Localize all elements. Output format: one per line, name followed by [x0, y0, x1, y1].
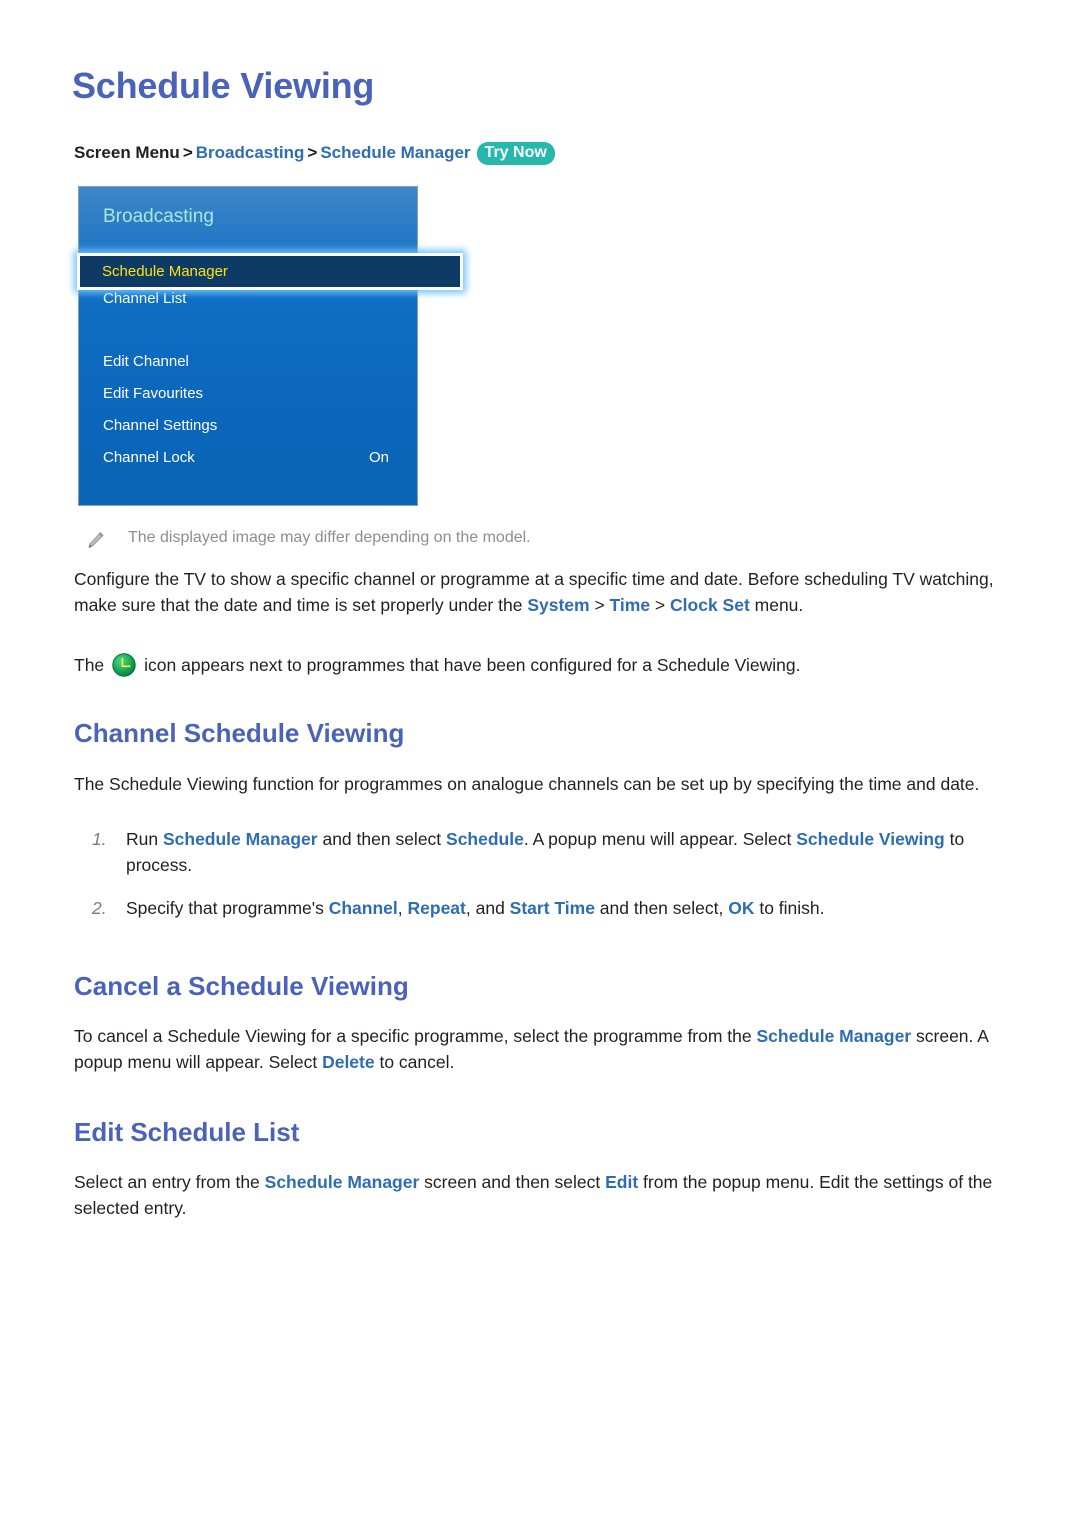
- cancel-text-a: To cancel a Schedule Viewing for a speci…: [74, 1026, 757, 1046]
- tv-menu-item-channel-lock[interactable]: Channel Lock On: [79, 442, 417, 474]
- edit-text-b: screen and then select: [419, 1172, 606, 1192]
- breadcrumb-link-broadcasting[interactable]: Broadcasting: [196, 143, 305, 162]
- link-channel[interactable]: Channel: [329, 898, 398, 918]
- breadcrumb-separator-2: >: [307, 143, 318, 162]
- link-schedule-viewing[interactable]: Schedule Viewing: [796, 829, 944, 849]
- link-system[interactable]: System: [527, 595, 589, 615]
- link-schedule[interactable]: Schedule: [446, 829, 524, 849]
- step-text-b: and then select: [317, 829, 447, 849]
- icon-line-before: The: [74, 655, 105, 675]
- intro-paragraph: Configure the TV to show a specific chan…: [74, 566, 1010, 618]
- section-body-cancel-a-schedule-viewing: To cancel a Schedule Viewing for a speci…: [74, 1023, 1010, 1075]
- breadcrumb-link-schedule-manager[interactable]: Schedule Manager: [320, 143, 470, 162]
- tv-menu-item-label: Edit Channel: [103, 353, 189, 370]
- breadcrumb-root: Screen Menu: [74, 143, 180, 162]
- link-schedule-manager[interactable]: Schedule Manager: [163, 829, 318, 849]
- step-number: 1.: [92, 829, 107, 849]
- link-delete[interactable]: Delete: [322, 1052, 375, 1072]
- intro-separator-1: >: [589, 595, 610, 615]
- link-repeat[interactable]: Repeat: [408, 898, 466, 918]
- tv-menu-item-value-channel-lock: On: [368, 449, 389, 466]
- link-schedule-manager[interactable]: Schedule Manager: [265, 1172, 420, 1192]
- section-heading-edit-schedule-list: Edit Schedule List: [74, 1117, 300, 1147]
- section-intro-channel-schedule-viewing: The Schedule Viewing function for progra…: [74, 774, 980, 794]
- page-title: Schedule Viewing: [72, 65, 375, 106]
- step-text-c: , and: [465, 898, 510, 918]
- step-text-c: . A popup menu will appear. Select: [523, 829, 797, 849]
- tv-menu-item-label: Edit Favourites: [103, 385, 204, 402]
- link-start-time[interactable]: Start Time: [510, 898, 595, 918]
- link-edit[interactable]: Edit: [605, 1172, 638, 1192]
- step-number: 2.: [92, 898, 107, 918]
- schedule-icon-paragraph: The icon appears next to programmes that …: [74, 652, 1010, 678]
- note-row: The displayed image may differ depending…: [84, 528, 531, 550]
- link-clock-set[interactable]: Clock Set: [670, 595, 750, 615]
- note-text: The displayed image may differ depending…: [128, 529, 531, 546]
- tv-menu-panel: Broadcasting Auto Tuning Channel List Ed…: [77, 186, 463, 506]
- tv-menu-item-edit-favourites[interactable]: Edit Favourites: [79, 378, 417, 410]
- pencil-icon: [84, 530, 106, 552]
- tv-menu-item-channel-settings[interactable]: Channel Settings: [79, 410, 417, 442]
- link-schedule-manager[interactable]: Schedule Manager: [757, 1026, 912, 1046]
- list-item: 2. Specify that programme's Channel, Rep…: [74, 895, 1010, 921]
- link-ok[interactable]: OK: [728, 898, 754, 918]
- breadcrumb-separator-1: >: [182, 143, 193, 162]
- tv-menu-item-schedule-manager-selected[interactable]: Schedule Manager: [77, 253, 463, 290]
- section-body-edit-schedule-list: Select an entry from the Schedule Manage…: [74, 1169, 1010, 1221]
- step-text-a: Specify that programme's: [126, 898, 329, 918]
- section-heading-channel-schedule-viewing: Channel Schedule Viewing: [74, 718, 405, 748]
- tv-menu-item-label: Schedule Manager: [102, 263, 228, 280]
- breadcrumb: Screen Menu > Broadcasting > Schedule Manage…: [74, 142, 555, 166]
- link-time[interactable]: Time: [610, 595, 651, 615]
- tv-menu-item-label: Channel List: [103, 290, 187, 307]
- tv-menu-item-label: Channel Lock: [103, 449, 195, 466]
- edit-text-a: Select an entry from the: [74, 1172, 265, 1192]
- cancel-text-c: to cancel.: [374, 1052, 455, 1072]
- step-text-d: and then select,: [594, 898, 729, 918]
- list-item: 1. Run Schedule Manager and then select …: [74, 826, 1010, 878]
- icon-line-after: icon appears next to programmes that hav…: [144, 655, 801, 675]
- try-now-badge[interactable]: Try Now: [476, 142, 555, 166]
- intro-text-part-2: menu.: [749, 595, 804, 615]
- tv-menu-selected-slot: [79, 315, 417, 346]
- tv-menu-item-label: Channel Settings: [103, 417, 218, 434]
- intro-separator-2: >: [650, 595, 671, 615]
- tv-menu-item-edit-channel[interactable]: Edit Channel: [79, 346, 417, 378]
- step-text-b: ,: [397, 898, 408, 918]
- steps-list-channel-schedule-viewing: 1. Run Schedule Manager and then select …: [74, 826, 1010, 921]
- step-text-e: to finish.: [754, 898, 825, 918]
- section-heading-cancel-a-schedule-viewing: Cancel a Schedule Viewing: [74, 971, 409, 1001]
- document-page: Schedule Viewing Screen Menu > Broadcastin…: [0, 0, 1080, 1527]
- schedule-viewing-clock-icon: [111, 652, 137, 678]
- step-text-a: Run: [126, 829, 163, 849]
- tv-menu-title: Broadcasting: [103, 206, 214, 227]
